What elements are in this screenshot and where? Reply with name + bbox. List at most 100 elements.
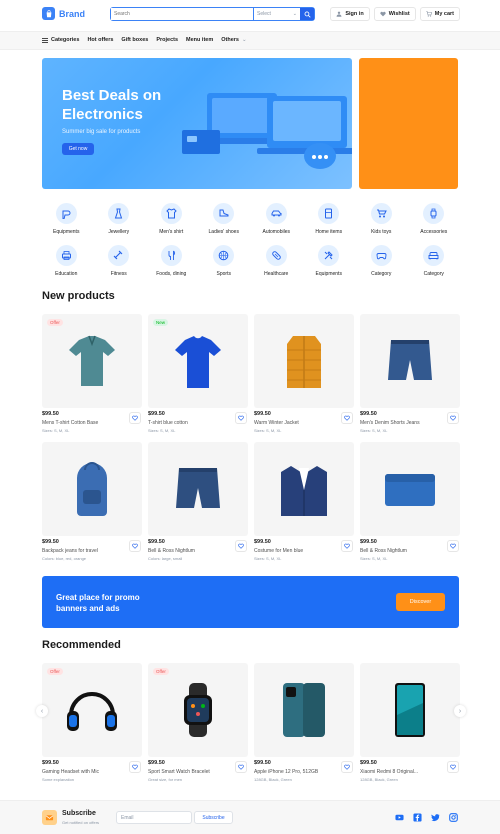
product-image[interactable] bbox=[42, 442, 142, 536]
nav-item-categories[interactable]: Categories bbox=[42, 37, 79, 43]
product-name[interactable]: T-shirt blue cotton bbox=[148, 420, 188, 426]
category-item[interactable]: Men's shirt bbox=[145, 203, 198, 235]
product-name[interactable]: Bell & Ross Nightlum bbox=[360, 548, 407, 554]
category-item[interactable]: Accessories bbox=[408, 203, 461, 235]
wishlist-button[interactable]: Wishlist bbox=[373, 7, 416, 21]
product-price: $99.50 bbox=[254, 539, 271, 545]
product-name[interactable]: Men's Denim Shorts Jeans bbox=[360, 420, 420, 426]
product-card[interactable]: Offer $99.50 Mens T-shirt Cotton Base Si… bbox=[42, 314, 142, 436]
subscribe-button[interactable]: Subscribe bbox=[194, 811, 233, 824]
product-price: $99.50 bbox=[360, 760, 377, 766]
carousel-prev-button[interactable]: ‹ bbox=[36, 705, 48, 717]
wishlist-toggle-button[interactable] bbox=[129, 412, 141, 424]
header: Brand Select ⌄ Sign in Wishlist My cart bbox=[0, 0, 500, 31]
product-name[interactable]: Backpack jeans for travel bbox=[42, 548, 98, 554]
nav-item-hot-offers[interactable]: Hot offers bbox=[87, 37, 113, 43]
product-image[interactable] bbox=[254, 663, 354, 757]
user-icon bbox=[336, 11, 342, 17]
product-name[interactable]: Costume for Men blue bbox=[254, 548, 303, 554]
wishlist-toggle-button[interactable] bbox=[235, 761, 247, 773]
search-button[interactable] bbox=[300, 8, 314, 20]
category-item[interactable]: Automobiles bbox=[250, 203, 303, 235]
category-item[interactable]: Ladies' shoes bbox=[198, 203, 251, 235]
category-item[interactable]: Healthcare bbox=[250, 245, 303, 277]
product-card[interactable]: New $99.50 T-shirt blue cotton Sizes: S,… bbox=[148, 314, 248, 436]
product-card[interactable]: $99.50 Xiaomi Redmi 8 Original... 128GB,… bbox=[360, 663, 460, 785]
product-card[interactable]: $99.50 Bell & Ross Nightlum Sizes: S, M,… bbox=[360, 442, 460, 564]
product-card[interactable]: $99.50 Apple iPhone 12 Pro, 512GB 128GB,… bbox=[254, 663, 354, 785]
product-name[interactable]: Apple iPhone 12 Pro, 512GB bbox=[254, 769, 318, 775]
product-image[interactable] bbox=[360, 314, 460, 408]
product-image[interactable] bbox=[254, 442, 354, 536]
product-card[interactable]: $99.50 Warm Winter Jacket Sizes: S, M, X… bbox=[254, 314, 354, 436]
product-card[interactable]: $99.50 Costume for Men blue Sizes: S, M,… bbox=[254, 442, 354, 564]
category-item[interactable]: Kids toys bbox=[355, 203, 408, 235]
wishlist-toggle-button[interactable] bbox=[447, 540, 459, 552]
search-input[interactable] bbox=[111, 8, 253, 20]
category-label: Accessories bbox=[420, 229, 448, 235]
get-now-button[interactable]: Get now bbox=[62, 143, 94, 155]
category-item[interactable]: Home items bbox=[303, 203, 356, 235]
promo-banner: Great place for promo banners and ads Di… bbox=[42, 576, 459, 628]
product-image[interactable]: Offer bbox=[42, 663, 142, 757]
youtube-icon[interactable] bbox=[395, 813, 404, 822]
nav-item-projects[interactable]: Projects bbox=[156, 37, 178, 43]
side-ad-banner[interactable] bbox=[359, 58, 458, 189]
facebook-icon[interactable] bbox=[413, 813, 422, 822]
instagram-icon[interactable] bbox=[449, 813, 458, 822]
heart-icon bbox=[132, 764, 138, 770]
cart-button[interactable]: My cart bbox=[419, 7, 460, 21]
product-image[interactable] bbox=[360, 442, 460, 536]
wishlist-toggle-button[interactable] bbox=[341, 540, 353, 552]
product-meta: Great size, for men bbox=[148, 777, 183, 782]
product-card[interactable]: $99.50 Backpack jeans for travel Colors:… bbox=[42, 442, 142, 564]
category-item[interactable]: Category bbox=[355, 245, 408, 277]
category-item[interactable]: Jewellery bbox=[93, 203, 146, 235]
product-badge: Offer bbox=[47, 668, 63, 675]
category-item[interactable]: Sports bbox=[198, 245, 251, 277]
wishlist-toggle-button[interactable] bbox=[341, 412, 353, 424]
carousel-next-button[interactable]: › bbox=[454, 705, 466, 717]
wishlist-toggle-button[interactable] bbox=[129, 540, 141, 552]
product-name[interactable]: Xiaomi Redmi 8 Original... bbox=[360, 769, 418, 775]
nav-item-others[interactable]: Others ⌄ bbox=[221, 37, 246, 43]
wishlist-toggle-button[interactable] bbox=[235, 540, 247, 552]
category-item[interactable]: Fitness bbox=[93, 245, 146, 277]
category-item[interactable]: Category bbox=[408, 245, 461, 277]
product-name[interactable]: Gaming Headset with Mic bbox=[42, 769, 99, 775]
wishlist-toggle-button[interactable] bbox=[447, 412, 459, 424]
category-select[interactable]: Select ⌄ bbox=[253, 8, 300, 20]
product-image[interactable]: Offer bbox=[42, 314, 142, 408]
email-input[interactable]: Email bbox=[116, 811, 192, 824]
product-card[interactable]: Offer $99.50 Sport Smart Watch Bracelet … bbox=[148, 663, 248, 785]
product-image[interactable] bbox=[148, 442, 248, 536]
sign-in-button[interactable]: Sign in bbox=[330, 7, 370, 21]
wishlist-toggle-button[interactable] bbox=[235, 412, 247, 424]
nav-item-menu-item[interactable]: Menu item bbox=[186, 37, 213, 43]
mail-icon bbox=[42, 810, 57, 825]
wishlist-toggle-button[interactable] bbox=[447, 761, 459, 773]
product-name[interactable]: Warm Winter Jacket bbox=[254, 420, 299, 426]
hairdryer-icon bbox=[55, 203, 77, 224]
product-name[interactable]: Bell & Ross Nightlum bbox=[148, 548, 195, 554]
product-image[interactable]: New bbox=[148, 314, 248, 408]
wishlist-toggle-button[interactable] bbox=[341, 761, 353, 773]
product-illustration bbox=[388, 340, 432, 380]
discover-button[interactable]: Discover bbox=[396, 593, 445, 611]
product-card[interactable]: $99.50 Men's Denim Shorts Jeans Sizes: S… bbox=[360, 314, 460, 436]
product-image[interactable]: Offer bbox=[148, 663, 248, 757]
category-item[interactable]: Equipments bbox=[40, 203, 93, 235]
category-item[interactable]: Education bbox=[40, 245, 93, 277]
product-card[interactable]: $99.50 Bell & Ross Nightlum Colors: larg… bbox=[148, 442, 248, 564]
product-image[interactable] bbox=[254, 314, 354, 408]
product-name[interactable]: Sport Smart Watch Bracelet bbox=[148, 769, 210, 775]
category-item[interactable]: Foods, dining bbox=[145, 245, 198, 277]
category-item[interactable]: Equipments bbox=[303, 245, 356, 277]
product-name[interactable]: Mens T-shirt Cotton Base bbox=[42, 420, 98, 426]
nav-item-gift-boxes[interactable]: Gift boxes bbox=[121, 37, 148, 43]
product-card[interactable]: Offer $99.50 Gaming Headset with Mic Som… bbox=[42, 663, 142, 785]
brand-logo[interactable]: Brand bbox=[42, 7, 85, 20]
product-image[interactable] bbox=[360, 663, 460, 757]
wishlist-toggle-button[interactable] bbox=[129, 761, 141, 773]
twitter-icon[interactable] bbox=[431, 813, 440, 822]
